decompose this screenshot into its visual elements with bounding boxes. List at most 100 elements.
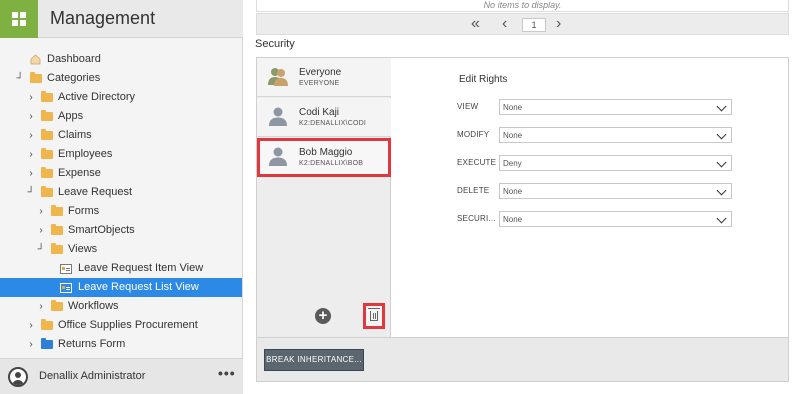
next-page-icon[interactable]: › [556,16,561,32]
chevron-down-icon [716,185,727,196]
user-account: K2:DENALLIX\BOB [299,160,364,167]
tree-item-label: SmartObjects [68,224,135,236]
tree-item-claims[interactable]: › Claims [0,126,242,145]
app-logo-icon[interactable] [0,0,38,38]
right-row-view: VIEW None [457,99,733,115]
dashboard-house-icon [30,54,41,65]
app-window: Management Dashboard ┘ Categories › Acti… [0,0,800,394]
user-account: EVERYONE [299,80,340,87]
view-icon [60,283,72,293]
expand-chevron-icon[interactable]: › [36,297,46,316]
tree-item-leave-request[interactable]: ┘ Leave Request [0,183,242,202]
delete-user-button[interactable] [363,303,385,329]
tree-item-label: Views [68,243,98,255]
user-account: K2:DENALLIX\CODI [299,120,366,127]
users-list: Everyone EVERYONE Codi Kaji K2:DENALLIX\… [257,58,391,337]
modify-right-select[interactable]: None [499,127,732,143]
break-inheritance-button[interactable]: BREAK INHERITANCE... [264,349,364,371]
tree-item-dashboard[interactable]: Dashboard [0,50,242,69]
sidebar: Management Dashboard ┘ Categories › Acti… [0,0,243,394]
group-icon [268,68,288,86]
tree-item-label: Expense [58,167,101,179]
folder-icon [41,319,53,330]
folder-icon [41,148,53,159]
tree-item-label: Employees [58,148,113,160]
expand-chevron-icon[interactable]: › [36,221,46,240]
right-label: SECURI... [457,214,496,223]
first-page-icon[interactable]: « [471,16,480,32]
tree-item-employees[interactable]: › Employees [0,145,242,164]
user-item-codi-kaji[interactable]: Codi Kaji K2:DENALLIX\CODI [257,98,391,137]
folder-icon [51,243,63,254]
tree-item-leave-request-item-view[interactable]: Leave Request Item View [0,259,242,278]
right-label: DELETE [457,186,490,195]
grid-pager: « ‹ 1 › [256,13,789,35]
expand-chevron-icon[interactable]: › [26,316,36,335]
tree-item-label: Apps [58,110,84,122]
user-name: Codi Kaji [299,107,340,118]
chevron-down-icon [716,213,727,224]
select-value: None [503,215,523,224]
user-name: Bob Maggio [299,147,353,158]
tree-item-workflows[interactable]: › Workflows [0,297,242,316]
grid-empty-message: No items to display. [256,0,789,12]
tree-item-active-directory[interactable]: › Active Directory [0,88,242,107]
tree-item-label: Dashboard [47,53,101,65]
tree-item-smartobjects[interactable]: › SmartObjects [0,221,242,240]
edit-rights-title: Edit Rights [459,74,508,85]
add-user-button[interactable]: + [315,308,331,324]
user-icon [269,147,287,166]
page-number-input[interactable]: 1 [522,18,546,32]
view-right-select[interactable]: None [499,99,732,115]
more-options-icon[interactable]: ••• [218,365,236,381]
trash-icon [368,308,380,321]
view-icon [60,264,72,274]
right-row-modify: MODIFY None [457,127,733,143]
folder-blue-icon [41,338,53,349]
tree-item-apps[interactable]: › Apps [0,107,242,126]
expand-chevron-icon[interactable]: › [26,126,36,145]
chevron-down-icon [716,129,727,140]
main-content: No items to display. « ‹ 1 › Security Ev… [244,0,800,394]
collapse-icon[interactable]: ┘ [15,69,25,88]
tree-item-returns-form[interactable]: › Returns Form [0,335,242,354]
folder-icon [41,186,53,197]
folder-icon [41,129,53,140]
prev-page-icon[interactable]: ‹ [502,16,507,32]
collapse-icon[interactable]: ┘ [36,240,46,259]
delete-right-select[interactable]: None [499,183,732,199]
user-item-bob-maggio[interactable]: Bob Maggio K2:DENALLIX\BOB [257,138,391,177]
right-label: EXECUTE [457,158,497,167]
expand-chevron-icon[interactable]: › [36,202,46,221]
select-value: None [503,187,523,196]
expand-chevron-icon[interactable]: › [26,335,36,354]
tree-item-views[interactable]: ┘ Views [0,240,242,259]
tree-item-label: Leave Request [58,186,132,198]
tree-item-label: Workflows [68,300,119,312]
user-actions: + [257,298,391,337]
security-footer: BREAK INHERITANCE... [257,337,788,381]
collapse-icon[interactable]: ┘ [26,183,36,202]
expand-chevron-icon[interactable]: › [26,164,36,183]
execute-right-select[interactable]: Deny [499,155,732,171]
folder-icon [41,110,53,121]
avatar-icon[interactable] [8,367,28,387]
expand-chevron-icon[interactable]: › [26,88,36,107]
expand-chevron-icon[interactable]: › [26,107,36,126]
user-name: Everyone [299,67,342,78]
tree-item-leave-request-list-view[interactable]: Leave Request List View [0,278,242,297]
tree-item-forms[interactable]: › Forms [0,202,242,221]
tree-item-label: Returns Form [58,338,126,350]
tree-item-label: Claims [58,129,92,141]
tree-item-label: Forms [68,205,100,217]
security-panel: Everyone EVERYONE Codi Kaji K2:DENALLIX\… [256,57,789,382]
folder-icon [41,167,53,178]
user-item-everyone[interactable]: Everyone EVERYONE [257,58,391,97]
security-right-select[interactable]: None [499,211,732,227]
folder-icon [51,300,63,311]
tree-item-office-supplies-procurement[interactable]: › Office Supplies Procurement [0,316,242,335]
tree-item-expense[interactable]: › Expense [0,164,242,183]
tree-item-categories[interactable]: ┘ Categories [0,69,242,88]
expand-chevron-icon[interactable]: › [26,145,36,164]
brand-header: Management [0,0,243,38]
